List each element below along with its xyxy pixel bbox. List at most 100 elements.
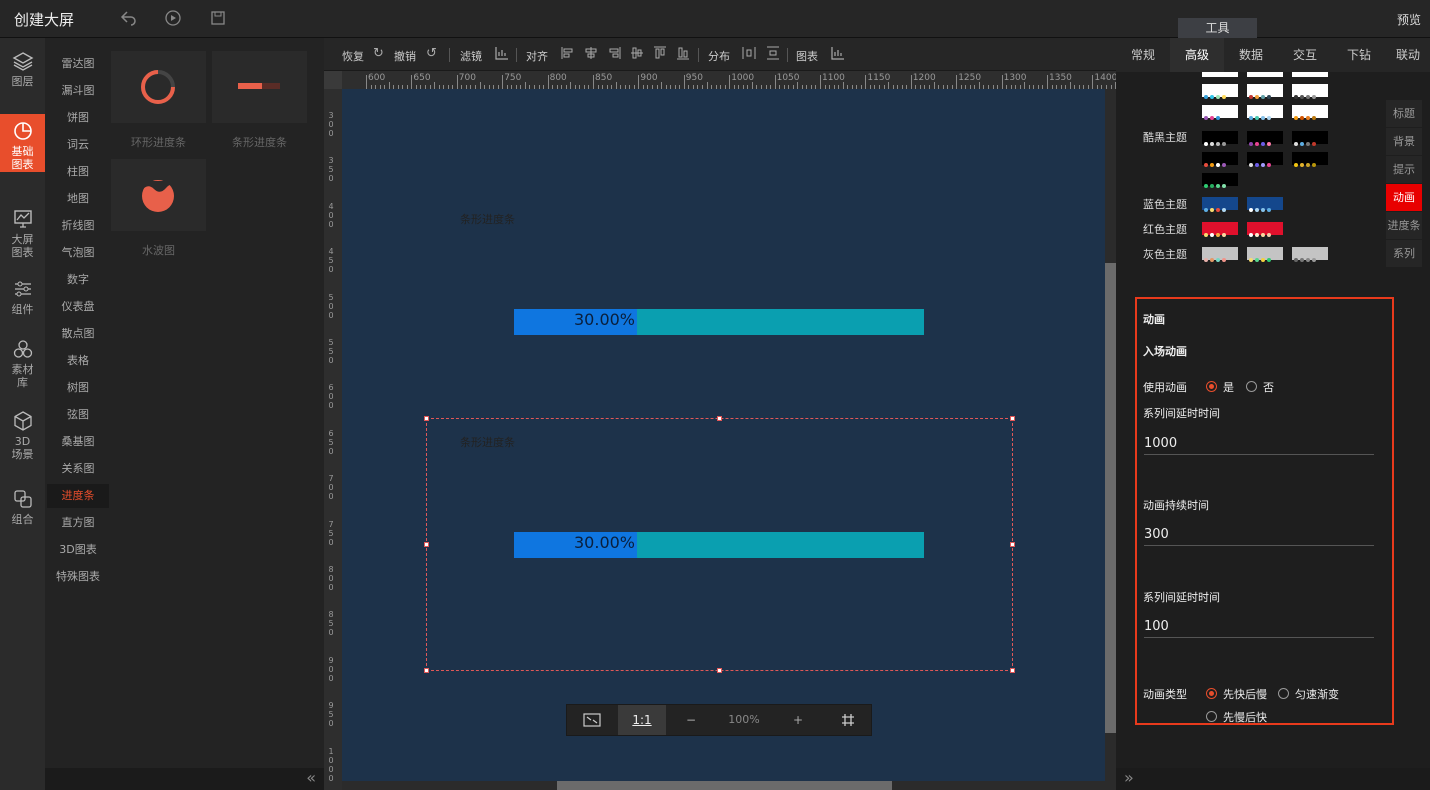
align-center-icon[interactable] [583, 46, 598, 61]
zoom-in-button[interactable]: + [773, 705, 823, 735]
theme-swatch[interactable] [1247, 105, 1283, 120]
ring-progress-thumbnail[interactable] [111, 51, 206, 123]
left-collapse-bar[interactable]: « [45, 768, 324, 790]
category-item[interactable]: 特殊图表 [47, 565, 109, 589]
theme-swatch[interactable] [1247, 72, 1283, 77]
resize-handle[interactable] [717, 668, 722, 673]
category-item[interactable]: 树图 [47, 376, 109, 400]
resize-handle[interactable] [424, 668, 429, 673]
duration-input[interactable]: 300 [1144, 524, 1374, 546]
radio-no[interactable] [1246, 381, 1257, 392]
horizontal-scrollbar[interactable] [342, 781, 1116, 790]
category-item[interactable]: 关系图 [47, 457, 109, 481]
anchor-background[interactable]: 背景 [1386, 128, 1422, 155]
theme-swatch[interactable] [1202, 84, 1238, 99]
theme-swatch[interactable] [1292, 105, 1328, 120]
nav-3d-scene[interactable]: 3D场景 [0, 404, 45, 461]
resize-handle[interactable] [717, 416, 722, 421]
tab-interaction[interactable]: 交互 [1278, 38, 1332, 72]
anchor-animation[interactable]: 动画 [1386, 184, 1422, 211]
scroll-thumb[interactable] [557, 781, 892, 790]
redo-button[interactable]: 恢复 [342, 48, 364, 64]
category-item[interactable]: 词云 [47, 133, 109, 157]
theme-swatch[interactable] [1247, 222, 1283, 237]
grid-icon[interactable] [824, 705, 872, 735]
collapse-left-icon[interactable]: « [306, 768, 316, 787]
undo-icon[interactable]: ↺ [424, 46, 439, 61]
theme-swatch[interactable] [1202, 173, 1238, 188]
theme-swatch[interactable] [1202, 222, 1238, 237]
theme-swatch[interactable] [1202, 72, 1238, 77]
theme-swatch[interactable] [1292, 84, 1328, 99]
theme-swatch[interactable] [1202, 152, 1238, 167]
nav-components[interactable]: 组件 [0, 272, 45, 328]
preview-button[interactable]: 预览 [1397, 11, 1421, 28]
category-item[interactable]: 柱图 [47, 160, 109, 184]
category-item[interactable]: 气泡图 [47, 241, 109, 265]
filter-chart-icon[interactable] [494, 46, 509, 61]
collapse-right-icon[interactable]: » [1124, 768, 1134, 787]
resize-handle[interactable] [1010, 542, 1015, 547]
resize-handle[interactable] [1010, 668, 1015, 673]
nav-screen-charts[interactable]: 大屏图表 [0, 202, 45, 259]
radio-ease-in[interactable] [1206, 711, 1217, 722]
back-icon[interactable] [118, 9, 138, 29]
align-button[interactable]: 对齐 [526, 48, 548, 64]
one-to-one-button[interactable]: 1:1 [618, 705, 666, 735]
play-icon[interactable] [163, 9, 183, 29]
category-item[interactable]: 雷达图 [47, 52, 109, 76]
theme-swatch[interactable] [1247, 197, 1283, 212]
theme-swatch[interactable] [1202, 247, 1238, 262]
water-wave-thumbnail[interactable] [111, 159, 206, 231]
theme-swatch[interactable] [1247, 131, 1283, 146]
nav-layers[interactable]: 图层 [0, 44, 45, 100]
theme-swatch[interactable] [1202, 197, 1238, 212]
category-item[interactable]: 桑基图 [47, 430, 109, 454]
category-item[interactable]: 弦图 [47, 403, 109, 427]
anchor-tooltip[interactable]: 提示 [1386, 156, 1422, 183]
resize-handle[interactable] [424, 542, 429, 547]
tool-tab[interactable]: 工具 [1178, 18, 1257, 38]
theme-swatch[interactable] [1202, 131, 1238, 146]
nav-materials[interactable]: 素材库 [0, 332, 45, 389]
tab-advanced[interactable]: 高级 [1170, 38, 1224, 72]
design-canvas[interactable]: 条形进度条 30.00% 条形进度条 30.00% [342, 89, 1105, 781]
theme-swatch[interactable] [1247, 152, 1283, 167]
radio-yes[interactable] [1206, 381, 1217, 392]
category-item[interactable]: 饼图 [47, 106, 109, 130]
filter-button[interactable]: 滤镜 [460, 48, 482, 64]
distribute-vertical-icon[interactable] [765, 46, 780, 61]
save-icon[interactable] [208, 9, 228, 29]
resize-handle[interactable] [1010, 416, 1015, 421]
anchor-title[interactable]: 标题 [1386, 100, 1422, 127]
delay2-input[interactable]: 100 [1144, 616, 1374, 638]
category-item[interactable]: 漏斗图 [47, 79, 109, 103]
zoom-out-button[interactable]: − [667, 705, 715, 735]
category-item[interactable]: 散点图 [47, 322, 109, 346]
undo-button[interactable]: 撤销 [394, 48, 416, 64]
distribute-horizontal-icon[interactable] [741, 46, 756, 61]
nav-group[interactable]: 组合 [0, 482, 45, 538]
delay-input[interactable]: 1000 [1144, 433, 1374, 455]
align-bottom-icon[interactable] [675, 46, 690, 61]
theme-swatch[interactable] [1202, 105, 1238, 120]
tab-linkage[interactable]: 联动 [1386, 38, 1430, 72]
category-item[interactable]: 直方图 [47, 511, 109, 535]
bar-progress-thumbnail[interactable] [212, 51, 307, 123]
theme-swatch[interactable] [1247, 247, 1283, 262]
theme-swatch[interactable] [1292, 247, 1328, 262]
tab-data[interactable]: 数据 [1224, 38, 1278, 72]
align-right-icon[interactable] [606, 46, 621, 61]
scroll-thumb[interactable] [1105, 263, 1116, 733]
radio-ease-out[interactable] [1206, 688, 1217, 699]
resize-handle[interactable] [424, 416, 429, 421]
nav-basic-charts[interactable]: 基础图表 [0, 114, 45, 172]
redo-icon[interactable]: ↻ [371, 46, 386, 61]
distribute-button[interactable]: 分布 [708, 48, 730, 64]
anchor-progress[interactable]: 进度条 [1386, 212, 1422, 239]
vertical-scrollbar[interactable] [1105, 89, 1116, 781]
align-top-icon[interactable] [652, 46, 667, 61]
theme-swatch[interactable] [1247, 84, 1283, 99]
chart-icon[interactable] [830, 46, 845, 61]
category-item[interactable]: 折线图 [47, 214, 109, 238]
